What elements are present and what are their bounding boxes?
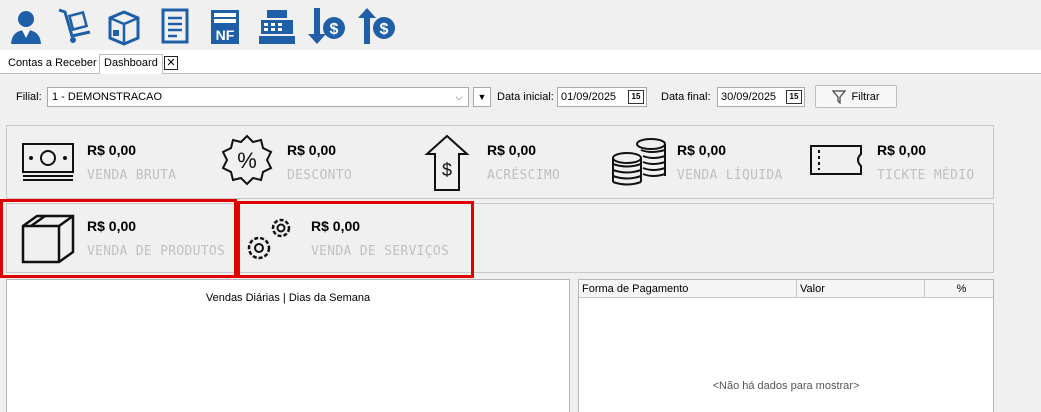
- money-arrow-up-icon: $: [424, 134, 470, 191]
- cash-icon: [22, 143, 74, 181]
- ticket-medio-label: TICKTE MÉDIO: [877, 168, 975, 183]
- filial-dropdown-button[interactable]: ▼: [473, 87, 491, 107]
- filial-label: Filial:: [16, 91, 42, 103]
- client-icon[interactable]: [6, 6, 46, 46]
- data-final-input[interactable]: 30/09/2025 15: [717, 87, 805, 107]
- filter-bar: Filial: 1 - DEMONSTRACAO ⌵ ▼ Data inicia…: [0, 75, 1041, 119]
- col-percent[interactable]: %: [925, 280, 995, 298]
- payment-grid: Forma de Pagamento Valor % <Não há dados…: [578, 279, 994, 412]
- svg-text:$: $: [442, 160, 452, 180]
- vendas-diarias-chart: Vendas Diárias | Dias da Semana: [6, 279, 570, 412]
- chart-title: Vendas Diárias | Dias da Semana: [205, 292, 371, 304]
- acrescimo-label: ACRÉSCIMO: [487, 168, 561, 183]
- calendar-icon[interactable]: 15: [786, 90, 802, 104]
- money-up-icon[interactable]: $: [356, 6, 396, 46]
- highlight-venda-servicos: [237, 201, 474, 278]
- main-toolbar: NF $ $: [0, 0, 1041, 50]
- filial-select[interactable]: 1 - DEMONSTRACAO ⌵: [47, 87, 469, 107]
- card-venda-bruta: R$ 0,00 VENDA BRUTA: [17, 128, 207, 198]
- ticket-icon: [810, 145, 862, 175]
- card-acrescimo: $ R$ 0,00 ACRÉSCIMO: [417, 128, 607, 198]
- percent-badge-icon: %: [221, 134, 273, 186]
- empty-message: <Não há dados para mostrar>: [712, 380, 860, 392]
- funnel-icon: [832, 89, 847, 104]
- report-icon[interactable]: [155, 6, 195, 46]
- filial-value: 1 - DEMONSTRACAO: [52, 91, 163, 103]
- data-inicial-label: Data inicial:: [497, 91, 554, 103]
- venda-bruta-label: VENDA BRUTA: [87, 168, 177, 183]
- col-valor[interactable]: Valor: [797, 280, 925, 298]
- venda-bruta-value: R$ 0,00: [87, 142, 137, 158]
- highlight-venda-produtos: [0, 199, 237, 278]
- acrescimo-value: R$ 0,00: [487, 142, 537, 158]
- card-venda-liquida: R$ 0,00 VENDA LÍQUIDA: [607, 128, 807, 198]
- summary-panel-top: R$ 0,00 VENDA BRUTA % R$ 0,00 DESCONTO $…: [6, 125, 994, 199]
- tab-dashboard[interactable]: Dashboard: [99, 54, 163, 74]
- svg-text:$: $: [330, 21, 339, 38]
- chevron-down-icon: ⌵: [455, 92, 463, 102]
- coins-stack-icon: [612, 138, 666, 186]
- svg-text:%: %: [237, 148, 257, 173]
- money-down-icon[interactable]: $: [306, 6, 346, 46]
- card-ticket-medio: R$ 0,00 TICKTE MÉDIO: [807, 128, 993, 198]
- venda-liquida-value: R$ 0,00: [677, 142, 727, 158]
- invoice-nf-icon[interactable]: NF: [205, 6, 245, 46]
- data-inicial-input[interactable]: 01/09/2025 15: [557, 87, 647, 107]
- col-forma-pagamento[interactable]: Forma de Pagamento: [579, 280, 797, 298]
- close-icon[interactable]: ✕: [164, 56, 178, 70]
- data-final-label: Data final:: [661, 91, 711, 103]
- svg-text:$: $: [380, 21, 389, 38]
- tab-strip: Contas a Receber Dashboard ✕: [0, 50, 1041, 74]
- ticket-medio-value: R$ 0,00: [877, 142, 927, 158]
- cart-icon[interactable]: [56, 6, 96, 46]
- grid-header: Forma de Pagamento Valor %: [579, 280, 993, 298]
- product-box-icon[interactable]: [104, 6, 144, 46]
- desconto-label: DESCONTO: [287, 168, 353, 183]
- card-desconto: % R$ 0,00 DESCONTO: [217, 128, 407, 198]
- calendar-icon[interactable]: 15: [628, 90, 644, 104]
- cash-register-icon[interactable]: [257, 6, 297, 46]
- desconto-value: R$ 0,00: [287, 142, 337, 158]
- venda-liquida-label: VENDA LÍQUIDA: [677, 168, 783, 183]
- tab-contas-a-receber[interactable]: Contas a Receber: [4, 55, 101, 73]
- svg-text:NF: NF: [216, 27, 235, 43]
- filtrar-button[interactable]: Filtrar: [815, 85, 897, 108]
